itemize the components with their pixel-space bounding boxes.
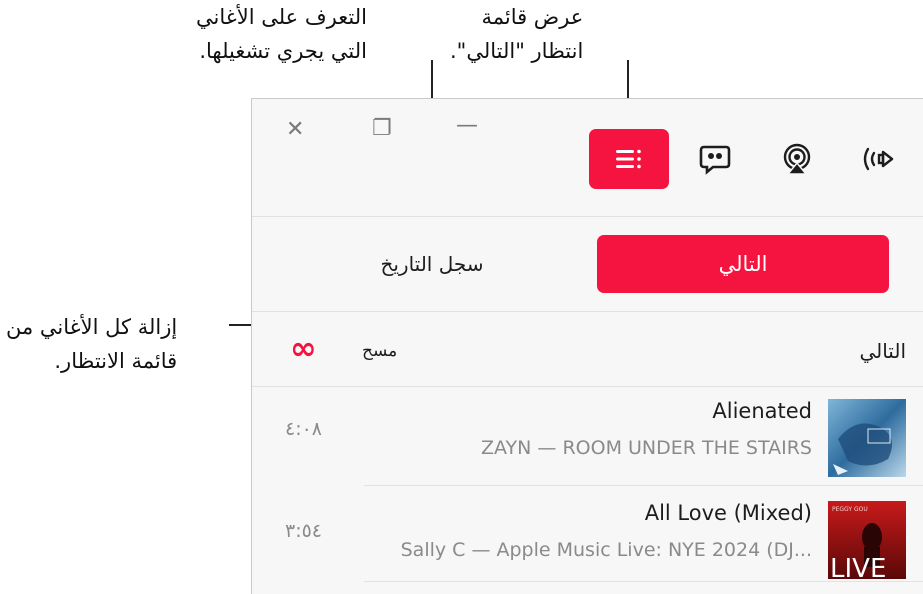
list-icon: [616, 149, 641, 169]
music-mini-window: ✕ ❐ — التالي سجل التاريخ التالي مسح ∞ Al…: [251, 98, 923, 594]
track-title: Alienated: [712, 399, 812, 423]
airplay-button[interactable]: [774, 136, 820, 182]
track-row[interactable]: Alienated ZAYN — ROOM UNDER THE STAIRS ٤…: [252, 389, 923, 485]
track-subtitle: Sally C — Apple Music Live: NYE 2024 (DJ…: [400, 539, 812, 561]
section-title-next: التالي: [859, 339, 906, 363]
callout-learn-line2: التي يجري تشغيلها.: [199, 39, 367, 63]
lyrics-quote-icon: [699, 145, 731, 175]
album-art: PEGGY GOU LIVE: [828, 501, 906, 584]
callout-clear-line2: قائمة الانتظار.: [54, 349, 178, 373]
callout-queue-line1: عرض قائمة: [481, 5, 584, 29]
callout-learn-line1: التعرف على الأغاني: [196, 5, 367, 29]
header-divider: [252, 386, 923, 387]
callout-clear-line1: إزالة كل الأغاني من: [6, 315, 178, 339]
row-divider: [364, 485, 923, 486]
callout-clear-all: إزالة كل الأغاني من قائمة الانتظار.: [6, 310, 177, 378]
track-title: All Love (Mixed): [644, 501, 812, 525]
lyrics-button[interactable]: [692, 136, 738, 182]
minimize-icon[interactable]: —: [456, 113, 478, 138]
track-row[interactable]: PEGGY GOU LIVE All Love (Mixed) Sally C …: [252, 491, 923, 587]
close-icon[interactable]: ✕: [286, 117, 304, 142]
album-art-live-label: LIVE: [830, 554, 886, 579]
playing-next-button[interactable]: [589, 129, 669, 189]
track-duration: ٣:٥٤: [285, 520, 323, 542]
audio-output-button[interactable]: [856, 136, 902, 182]
tab-playing-next[interactable]: التالي: [597, 235, 889, 293]
clear-button[interactable]: مسح: [362, 341, 397, 361]
speaker-waves-icon: [863, 147, 894, 171]
track-duration: ٤:٠٨: [285, 418, 323, 440]
track-subtitle: ZAYN — ROOM UNDER THE STAIRS: [481, 437, 812, 459]
album-art: [828, 399, 906, 477]
tab-history[interactable]: سجل التاريخ: [357, 235, 507, 293]
callout-view-queue: عرض قائمة انتظار "التالي".: [450, 0, 583, 68]
callout-queue-line2: انتظار "التالي".: [450, 39, 584, 63]
callout-learn-songs: التعرف على الأغاني التي يجري تشغيلها.: [196, 0, 367, 68]
autoplay-infinity-icon[interactable]: ∞: [290, 329, 317, 367]
tabs-divider: [252, 311, 923, 312]
airplay-icon: [783, 143, 811, 175]
row-divider: [364, 581, 923, 582]
restore-icon[interactable]: ❐: [372, 116, 392, 141]
album-art-label-small: PEGGY GOU: [832, 506, 868, 513]
toolbar-divider: [252, 216, 923, 217]
